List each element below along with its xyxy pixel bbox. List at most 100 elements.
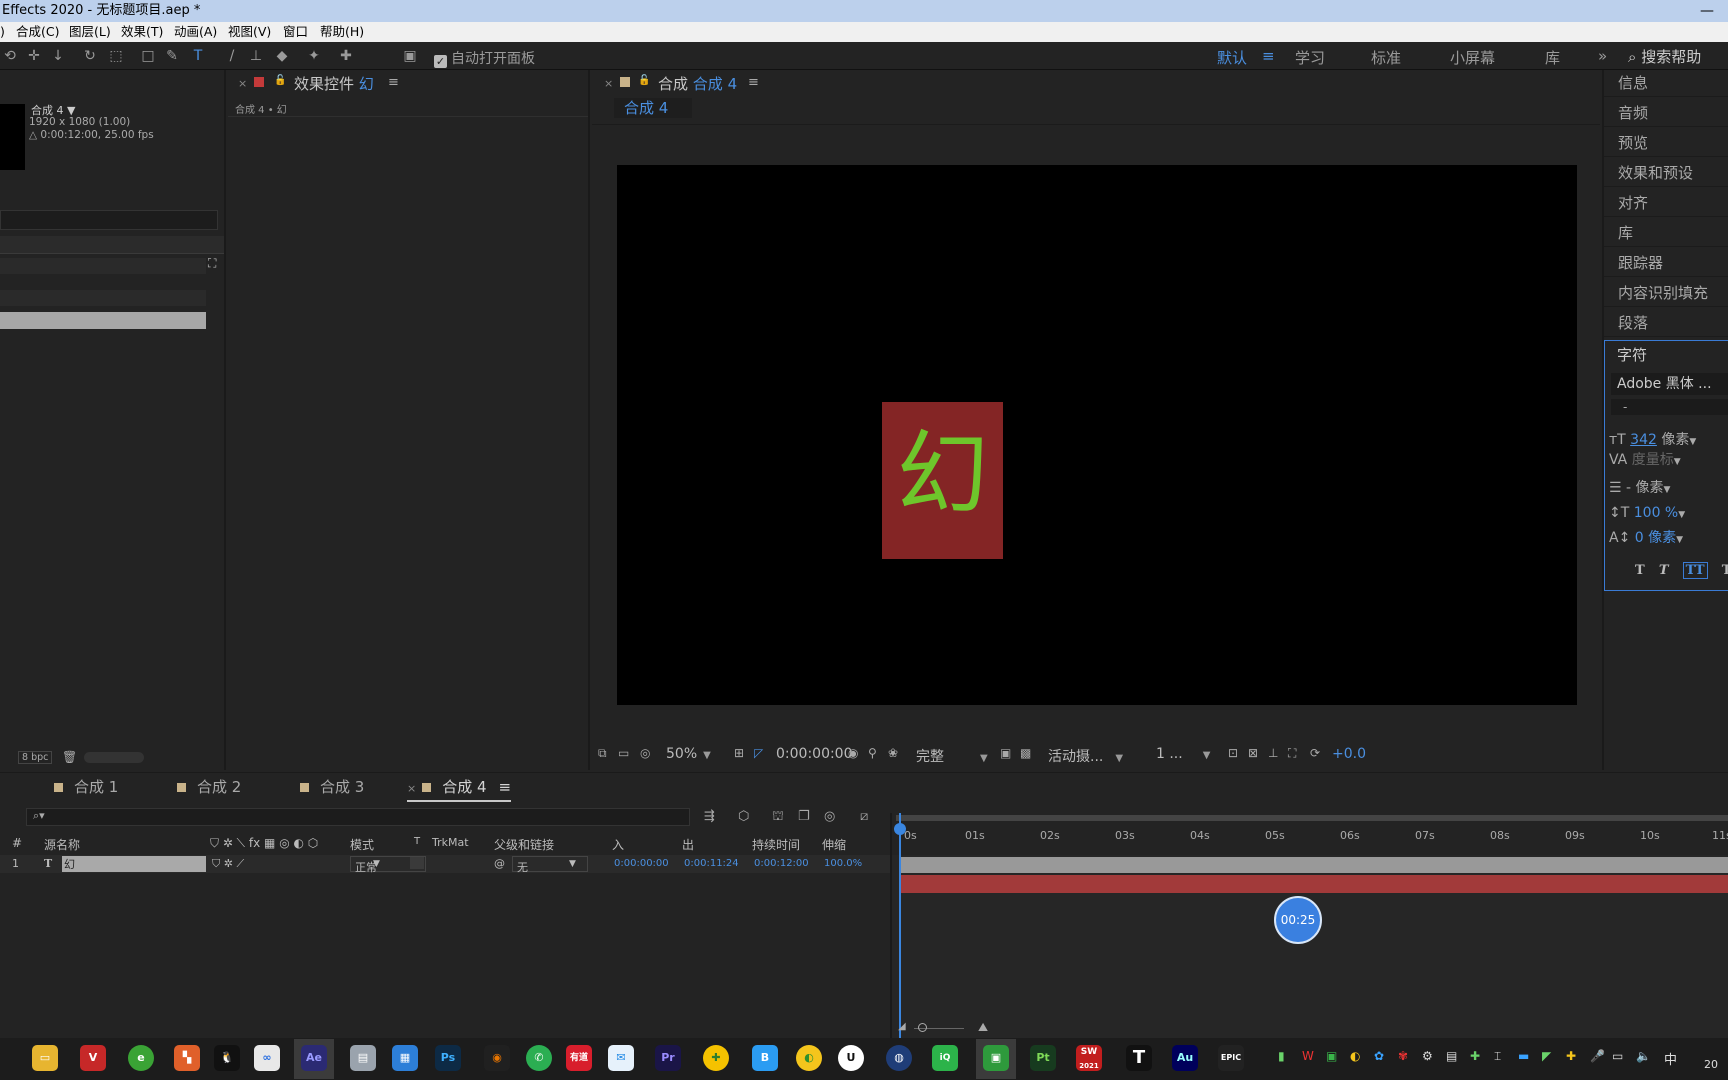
- faux-italic-button[interactable]: T: [1659, 563, 1669, 578]
- menu-effect[interactable]: 效果(T): [121, 22, 163, 42]
- fast-previews-icon[interactable]: ⊠: [1248, 746, 1258, 760]
- auto-open-panel-checkbox[interactable]: ✓ 自动打开面板: [434, 48, 535, 68]
- list-item[interactable]: [0, 258, 206, 274]
- zoom-out-icon[interactable]: ◢: [898, 1021, 906, 1032]
- flowchart-icon[interactable]: ⛶: [1288, 746, 1296, 761]
- playhead-handle[interactable]: [894, 823, 906, 835]
- app-tray-icon[interactable]: ✚: [1470, 1049, 1480, 1063]
- resolution-select[interactable]: 完整 ▼: [916, 746, 988, 766]
- panel-paragraph[interactable]: 段落: [1604, 310, 1728, 337]
- views-select[interactable]: 1 ... ▼: [1156, 746, 1210, 762]
- graph-editor-icon[interactable]: ⧄: [860, 809, 868, 824]
- app-tray-icon[interactable]: ✚: [1566, 1049, 1576, 1063]
- playhead[interactable]: [894, 813, 906, 1039]
- tab-effect-controls[interactable]: 效果控件 幻: [294, 73, 374, 94]
- list-item-selected[interactable]: [0, 312, 206, 329]
- microphone-tray-icon[interactable]: 🎤: [1590, 1049, 1605, 1063]
- font-style-select[interactable]: -: [1611, 399, 1728, 415]
- all-caps-button[interactable]: TT: [1682, 562, 1708, 579]
- brush-tool-icon[interactable]: /: [222, 46, 242, 66]
- layer-switches-icons[interactable]: ⛉ ✲ ⟋: [212, 857, 244, 871]
- panel-menu-icon[interactable]: ≡: [748, 75, 759, 90]
- leading-value[interactable]: - 像素: [1626, 480, 1664, 496]
- panel-info[interactable]: 信息: [1604, 70, 1728, 97]
- timeline-search-input[interactable]: ⌕▾: [26, 808, 690, 826]
- minimize-button[interactable]: —: [1700, 0, 1714, 22]
- flowchart-icon[interactable]: ⛶: [208, 256, 216, 271]
- faux-bold-button[interactable]: T: [1635, 563, 1645, 578]
- workspace-standard[interactable]: 标准: [1371, 47, 1401, 68]
- wechat-icon[interactable]: ✆: [526, 1045, 552, 1071]
- safe-zones-icon[interactable]: ⊞: [734, 746, 744, 760]
- baidu-netdisk-icon[interactable]: ∞: [254, 1045, 280, 1071]
- shy-layers-icon[interactable]: ⛫: [772, 809, 784, 826]
- workspace-default[interactable]: 默认: [1217, 47, 1247, 68]
- tab-comp-3[interactable]: 合成 3: [300, 776, 364, 797]
- panel-audio[interactable]: 音频: [1604, 100, 1728, 127]
- workspace-menu-icon[interactable]: ≡: [1262, 47, 1275, 65]
- channel-icon[interactable]: ❀: [888, 746, 898, 760]
- timeline-graph-area[interactable]: 0s 01s 02s 03s 04s 05s 06s 07s 08s 09s 1…: [892, 813, 1728, 1039]
- font-family-select[interactable]: Adobe 黑体 ...: [1611, 373, 1728, 395]
- transparency-grid-icon[interactable]: ▩: [1020, 746, 1031, 760]
- bit-depth-button[interactable]: 8 bpc: [18, 751, 53, 764]
- camera-tool-icon[interactable]: ⬚: [106, 46, 126, 66]
- battery-tray-icon[interactable]: ▮: [1278, 1049, 1285, 1063]
- workspace-more-button[interactable]: »: [1598, 47, 1607, 65]
- mask-visibility-icon[interactable]: ◸: [754, 746, 763, 760]
- pen-tool-icon[interactable]: ✎: [162, 46, 182, 66]
- layer-duration-bar-gray[interactable]: [900, 857, 1728, 873]
- app-tray-icon[interactable]: ✾: [1398, 1049, 1408, 1063]
- office-icon[interactable]: ▚: [174, 1045, 200, 1071]
- menu-composition[interactable]: 合成(C): [16, 22, 59, 42]
- search-help-field[interactable]: ⌕ 搜索帮助: [1628, 46, 1701, 67]
- vsc-icon[interactable]: V: [80, 1045, 106, 1071]
- comp-navigator-tab[interactable]: 合成 4: [614, 98, 692, 118]
- parent-select[interactable]: 无 ▼: [512, 856, 588, 874]
- trash-icon[interactable]: 🗑: [62, 750, 77, 764]
- composition-viewer[interactable]: 幻: [617, 165, 1577, 705]
- tab-comp-2[interactable]: 合成 2: [177, 776, 241, 797]
- chevron-down-icon[interactable]: ▼: [1674, 457, 1681, 467]
- panel-menu-icon[interactable]: ≡: [388, 75, 399, 90]
- aftereffects-icon[interactable]: Ae: [301, 1045, 327, 1071]
- layer-duration[interactable]: 0:00:12:00: [754, 858, 809, 869]
- pick-whip-icon[interactable]: @: [494, 857, 505, 870]
- comp-mini-flowchart-icon[interactable]: ⇶: [704, 809, 715, 824]
- layer-duration-bar[interactable]: [900, 875, 1728, 893]
- panel-tracker[interactable]: 跟踪器: [1604, 250, 1728, 277]
- roto-brush-icon[interactable]: ✦: [304, 46, 324, 66]
- epic-games-icon[interactable]: EPIC: [1218, 1045, 1244, 1071]
- show-snapshot-icon[interactable]: ⚲: [868, 746, 877, 760]
- store-icon[interactable]: ▦: [392, 1045, 418, 1071]
- layer-in-time[interactable]: 0:00:00:00: [614, 858, 669, 869]
- zoom-in-icon[interactable]: ⛰: [978, 1020, 988, 1035]
- nvidia-tray-icon[interactable]: ◤: [1542, 1049, 1551, 1063]
- behind-camera-icon[interactable]: ⟲: [0, 46, 20, 66]
- network-tray-icon[interactable]: ▭: [1612, 1049, 1623, 1063]
- audition-icon[interactable]: Au: [1172, 1045, 1198, 1071]
- file-explorer-icon[interactable]: ▭: [32, 1045, 58, 1071]
- usb-tray-icon[interactable]: ⌶: [1494, 1049, 1501, 1064]
- menu-view[interactable]: 视图(V): [228, 22, 271, 42]
- painter-icon[interactable]: Pt: [1030, 1045, 1056, 1071]
- youdao-icon[interactable]: 有道: [566, 1045, 592, 1071]
- tab-comp-4[interactable]: × 合成 4 ≡: [407, 776, 512, 802]
- workspace-small-screen[interactable]: 小屏幕: [1450, 47, 1495, 68]
- plus-app-icon[interactable]: ✚: [703, 1045, 729, 1071]
- trkmat-box[interactable]: [410, 857, 424, 869]
- lock-icon[interactable]: 🔓: [638, 75, 650, 86]
- mail-icon[interactable]: ✉: [608, 1045, 634, 1071]
- pan-behind-icon[interactable]: ✛: [24, 46, 44, 66]
- dolly-icon[interactable]: ↓: [48, 46, 68, 66]
- close-icon[interactable]: ×: [407, 782, 416, 795]
- menu-help[interactable]: 帮助(H): [320, 22, 364, 42]
- vertical-scale-value[interactable]: 100 %: [1634, 505, 1678, 521]
- iqiyi-tray-icon[interactable]: ▣: [1326, 1049, 1337, 1063]
- tab-composition[interactable]: 合成 合成 4: [658, 73, 737, 94]
- always-preview-icon[interactable]: ⧉: [598, 746, 607, 761]
- reset-exposure-icon[interactable]: ⟳: [1310, 746, 1320, 760]
- lemon-icon[interactable]: ◐: [796, 1045, 822, 1071]
- zoom-select[interactable]: 50% ▼: [666, 746, 711, 762]
- cinema4d-icon[interactable]: ◍: [886, 1045, 912, 1071]
